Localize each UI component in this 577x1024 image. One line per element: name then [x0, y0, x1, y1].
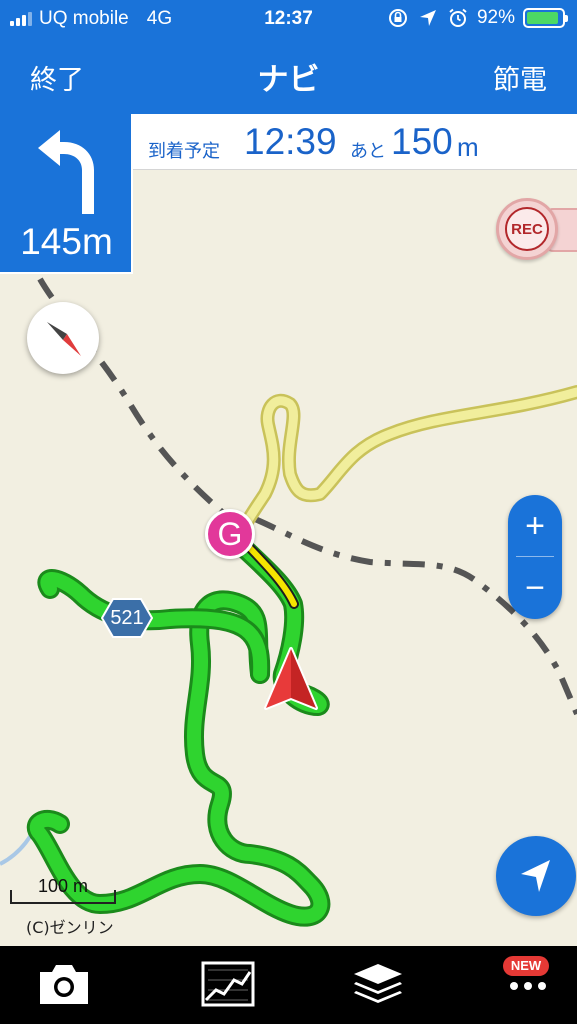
- status-bar: UQ mobile 4G 12:37 92%: [0, 0, 577, 38]
- eta-bar: 到着予定 12:39 あと 150 m: [133, 114, 577, 170]
- map-copyright: (C)ゼンリン: [26, 918, 114, 937]
- remaining-unit: m: [457, 132, 479, 162]
- compass-button[interactable]: [27, 302, 99, 374]
- rec-label: REC: [505, 207, 549, 251]
- status-right: 92%: [387, 7, 568, 29]
- compass-icon: [47, 322, 81, 356]
- map-scale: 100 m: [10, 876, 116, 906]
- zoom-out-button[interactable]: −: [508, 557, 562, 619]
- zoom-control: + −: [508, 495, 562, 619]
- road-number-shield: 521: [100, 598, 154, 638]
- zoom-in-button[interactable]: +: [508, 495, 562, 557]
- remaining-label: あと: [350, 141, 386, 162]
- current-location-button[interactable]: [496, 836, 576, 916]
- rotation-lock-icon: [388, 9, 407, 27]
- chart-button[interactable]: [176, 946, 276, 1024]
- turn-left-arrow-icon: [38, 130, 94, 214]
- location-arrow-icon: [419, 10, 436, 26]
- eta-time: 12:39: [244, 121, 337, 162]
- battery-fill: [527, 12, 559, 24]
- page-title: ナビ: [257, 62, 320, 98]
- current-position-arrow-icon: [264, 647, 318, 710]
- remaining-distance: 150: [391, 121, 453, 162]
- map-view[interactable]: 到着予定 12:39 あと 150 m 145m REC G 521 + − 1…: [0, 114, 577, 946]
- power-save-button[interactable]: 節電: [493, 58, 547, 97]
- chart-icon: [201, 961, 255, 1007]
- record-button[interactable]: REC: [496, 198, 558, 260]
- eta-label: 到着予定: [148, 141, 220, 162]
- location-arrow-icon: [521, 860, 550, 892]
- new-badge: NEW: [503, 956, 549, 976]
- guide-segment: [245, 543, 297, 607]
- battery-icon: [523, 8, 568, 28]
- goal-marker[interactable]: G: [205, 509, 255, 559]
- scale-bar: [10, 890, 116, 904]
- layers-button[interactable]: [326, 946, 426, 1024]
- layers-icon: [354, 964, 402, 1003]
- turn-guidance-panel: 145m: [0, 114, 133, 274]
- bottom-toolbar: [0, 946, 577, 1024]
- battery-percent: 92%: [476, 7, 515, 28]
- alarm-icon: [449, 8, 467, 27]
- nav-bar: 終了 ナビ 節電: [0, 38, 577, 114]
- end-navigation-button[interactable]: 終了: [30, 58, 84, 97]
- camera-icon: [40, 965, 88, 1004]
- camera-button[interactable]: [12, 946, 112, 1024]
- turn-distance: 145m: [20, 221, 113, 262]
- road-number: 521: [110, 607, 144, 629]
